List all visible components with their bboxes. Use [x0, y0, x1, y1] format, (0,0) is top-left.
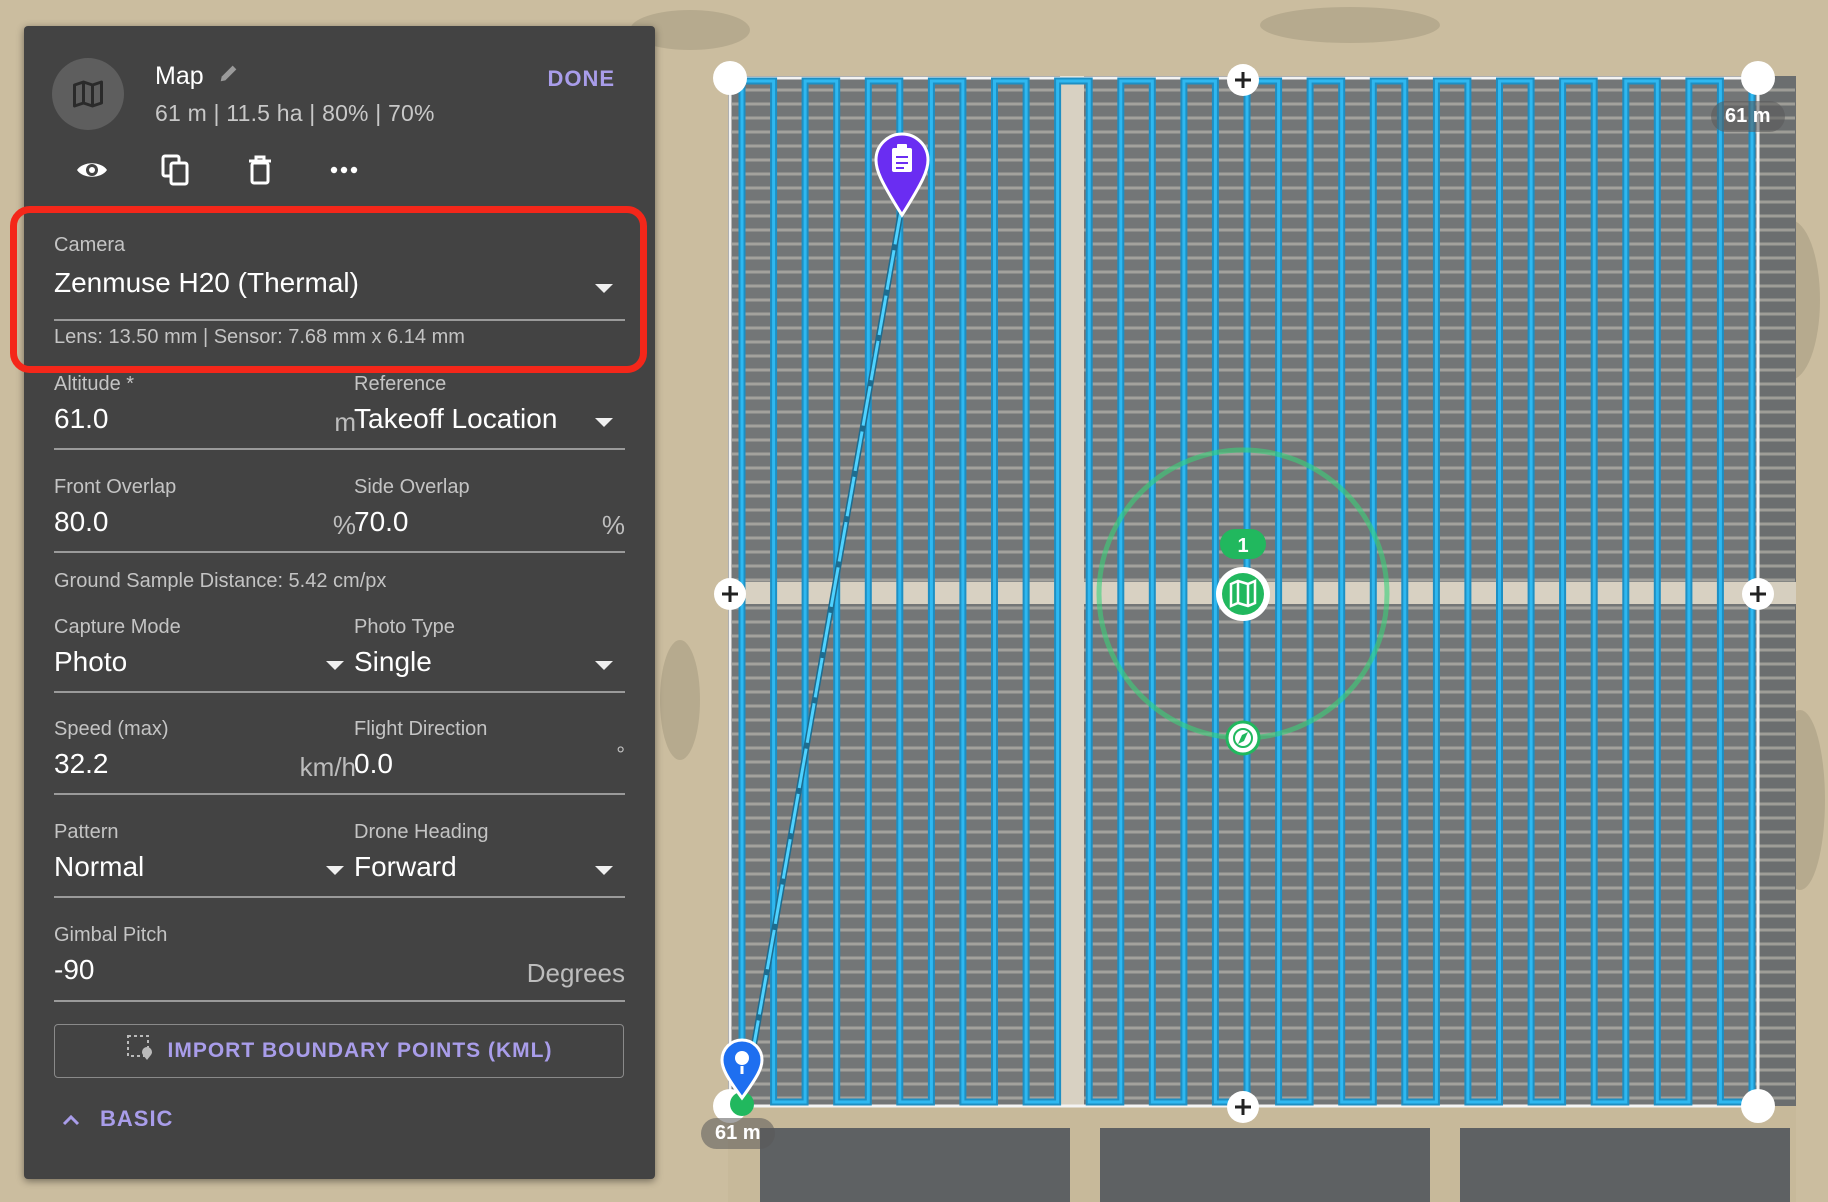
basic-toggle-label: BASIC [100, 1106, 174, 1131]
basic-toggle[interactable]: BASIC [62, 1106, 173, 1132]
front-overlap-field[interactable]: Front Overlap 80.0 % [54, 476, 356, 556]
pattern-select[interactable]: Pattern Normal [54, 821, 356, 901]
dropdown-arrow-icon [595, 661, 613, 670]
speed-label: Speed (max) [54, 718, 169, 740]
camera-specs: Lens: 13.50 mm | Sensor: 7.68 mm x 6.14 … [54, 326, 465, 348]
drone-heading-value: Forward [354, 851, 457, 882]
photo-type-select[interactable]: Photo Type Single [354, 616, 625, 696]
reference-label: Reference [354, 373, 447, 395]
speed-unit: km/h [299, 752, 356, 782]
done-button[interactable]: DONE [547, 56, 615, 102]
import-kml-button[interactable]: IMPORT BOUNDARY POINTS (KML) [54, 1024, 624, 1078]
corner-handle[interactable] [1741, 1089, 1775, 1123]
front-overlap-value: 80.0 [54, 506, 109, 537]
gimbal-pitch-field[interactable]: Gimbal Pitch -90 Degrees [54, 924, 625, 1004]
scale-label-bottom: 61 m [701, 1118, 775, 1149]
side-overlap-label: Side Overlap [354, 476, 470, 498]
altitude-label: Altitude * [54, 373, 135, 395]
scale-label-right: 61 m [1711, 101, 1785, 132]
side-overlap-field[interactable]: Side Overlap 70.0 % [354, 476, 625, 556]
side-overlap-value: 70.0 [354, 506, 409, 537]
camera-value: Zenmuse H20 (Thermal) [54, 267, 359, 298]
corner-handle[interactable] [1741, 61, 1775, 95]
dropdown-arrow-icon [326, 661, 344, 670]
pattern-label: Pattern [54, 821, 119, 843]
survey-center-marker[interactable] [1216, 567, 1270, 621]
front-overlap-unit: % [332, 510, 356, 540]
corner-handle[interactable] [713, 61, 747, 95]
waypoint-count-badge: 1 [1220, 529, 1266, 559]
capture-mode-value: Photo [54, 646, 128, 677]
capture-mode-select[interactable]: Capture Mode Photo [54, 616, 356, 696]
camera-select[interactable]: Camera Zenmuse H20 (Thermal) [54, 234, 625, 321]
compass-icon[interactable] [1225, 720, 1261, 756]
import-kml-label: IMPORT BOUNDARY POINTS (KML) [167, 1039, 553, 1062]
dropdown-arrow-icon [595, 418, 613, 427]
flight-direction-field[interactable]: Flight Direction 0.0 ° [354, 718, 625, 798]
pattern-value: Normal [54, 851, 145, 882]
trash-icon[interactable] [240, 150, 280, 190]
speed-value: 32.2 [54, 748, 109, 779]
add-point-icon[interactable] [1227, 64, 1259, 96]
reference-select[interactable]: Reference Takeoff Location [354, 373, 625, 453]
copy-icon[interactable] [156, 150, 196, 190]
flight-direction-label: Flight Direction [354, 718, 488, 740]
photo-type-value: Single [354, 646, 432, 677]
altitude-unit: m [334, 407, 356, 437]
drone-heading-select[interactable]: Drone Heading Forward [354, 821, 625, 901]
mission-title-text: Map [155, 62, 204, 90]
add-point-icon[interactable] [714, 578, 746, 610]
front-overlap-label: Front Overlap [54, 476, 177, 498]
flight-direction-value: 0.0 [354, 748, 393, 779]
add-point-icon[interactable] [1227, 1091, 1259, 1123]
gimbal-pitch-unit: Degrees [526, 958, 625, 988]
speed-field[interactable]: Speed (max) 32.2 km/h [54, 718, 356, 798]
capture-mode-label: Capture Mode [54, 616, 181, 638]
svg-text:1: 1 [1237, 535, 1248, 557]
camera-label: Camera [54, 234, 126, 256]
mission-settings-panel: Map 61 m | 11.5 ha | 80% | 70% DONE Came… [24, 26, 655, 1179]
gimbal-pitch-value: -90 [54, 954, 95, 985]
eye-icon[interactable] [72, 150, 112, 190]
dropdown-arrow-icon [595, 284, 613, 293]
mission-toolbar [72, 150, 364, 190]
photo-type-label: Photo Type [354, 616, 455, 638]
map-icon [52, 58, 124, 130]
ground-sample-distance: Ground Sample Distance: 5.42 cm/px [54, 570, 387, 592]
gimbal-pitch-label: Gimbal Pitch [54, 924, 168, 946]
flight-direction-unit: ° [616, 742, 625, 767]
mission-title: Map [155, 62, 240, 91]
add-point-icon[interactable] [1742, 578, 1774, 610]
altitude-field[interactable]: Altitude * 61.0 m [54, 373, 356, 453]
boundary-import-icon [126, 1034, 154, 1068]
edit-pencil-icon[interactable] [218, 62, 240, 91]
side-overlap-unit: % [601, 510, 625, 540]
altitude-value: 61.0 [54, 403, 109, 434]
chevron-up-icon [62, 1106, 80, 1132]
more-icon[interactable] [324, 150, 364, 190]
reference-value: Takeoff Location [354, 403, 558, 434]
mission-summary: 61 m | 11.5 ha | 80% | 70% [155, 100, 435, 126]
dropdown-arrow-icon [326, 866, 344, 875]
dropdown-arrow-icon [595, 866, 613, 875]
drone-heading-label: Drone Heading [354, 821, 489, 843]
